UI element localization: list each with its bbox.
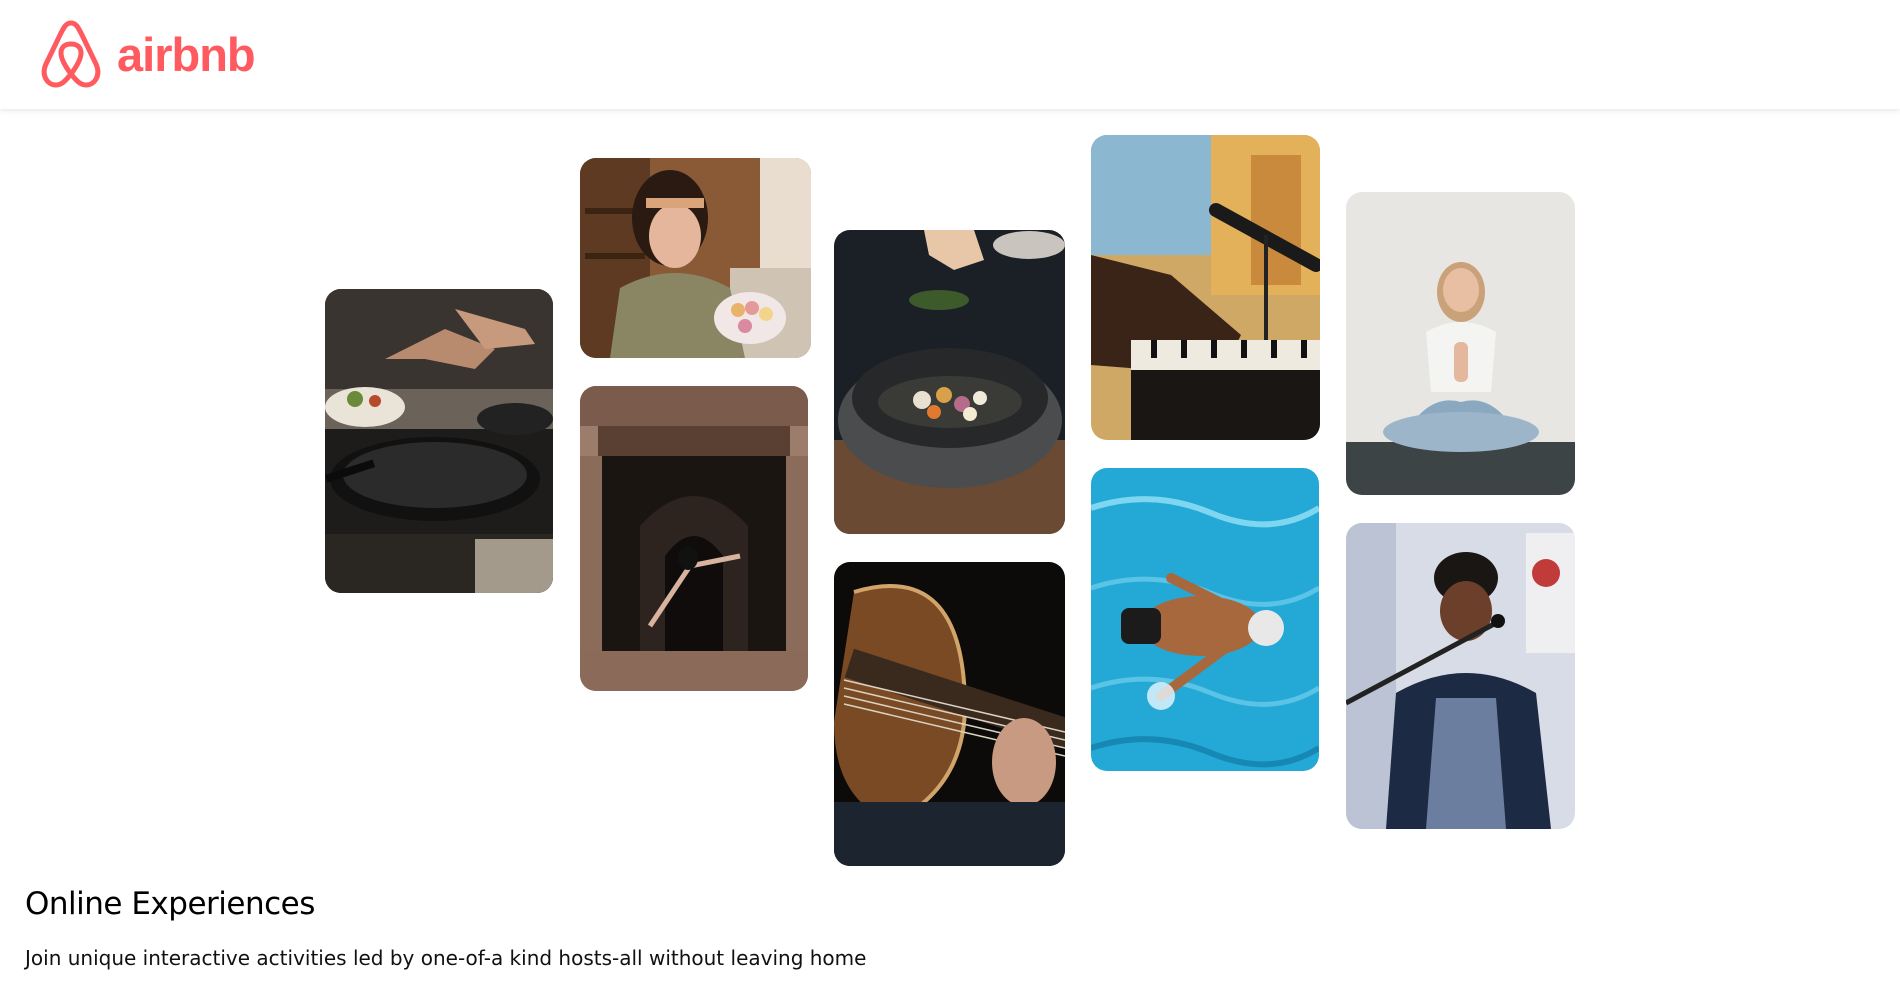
- salting-bowl-photo[interactable]: [834, 230, 1065, 534]
- piano-microphone-photo[interactable]: [1091, 135, 1320, 440]
- dancer-archway-photo[interactable]: [580, 386, 808, 691]
- airbnb-logo-link[interactable]: airbnb: [38, 18, 256, 90]
- brand-wordmark: airbnb: [117, 27, 256, 81]
- cooking-hands-pan-photo[interactable]: [325, 289, 553, 593]
- top-navbar: airbnb: [0, 0, 1900, 109]
- section-title: Online Experiences: [25, 886, 315, 922]
- yoga-meditation-photo[interactable]: [1346, 192, 1575, 495]
- section-subtitle: Join unique interactive activities led b…: [25, 946, 867, 970]
- airbnb-belo-icon: [38, 18, 104, 90]
- guitar-playing-photo[interactable]: [834, 562, 1065, 866]
- woman-macarons-photo[interactable]: [580, 158, 811, 358]
- swimmer-pool-photo[interactable]: [1091, 468, 1319, 771]
- singer-microphone-photo[interactable]: [1346, 523, 1575, 829]
